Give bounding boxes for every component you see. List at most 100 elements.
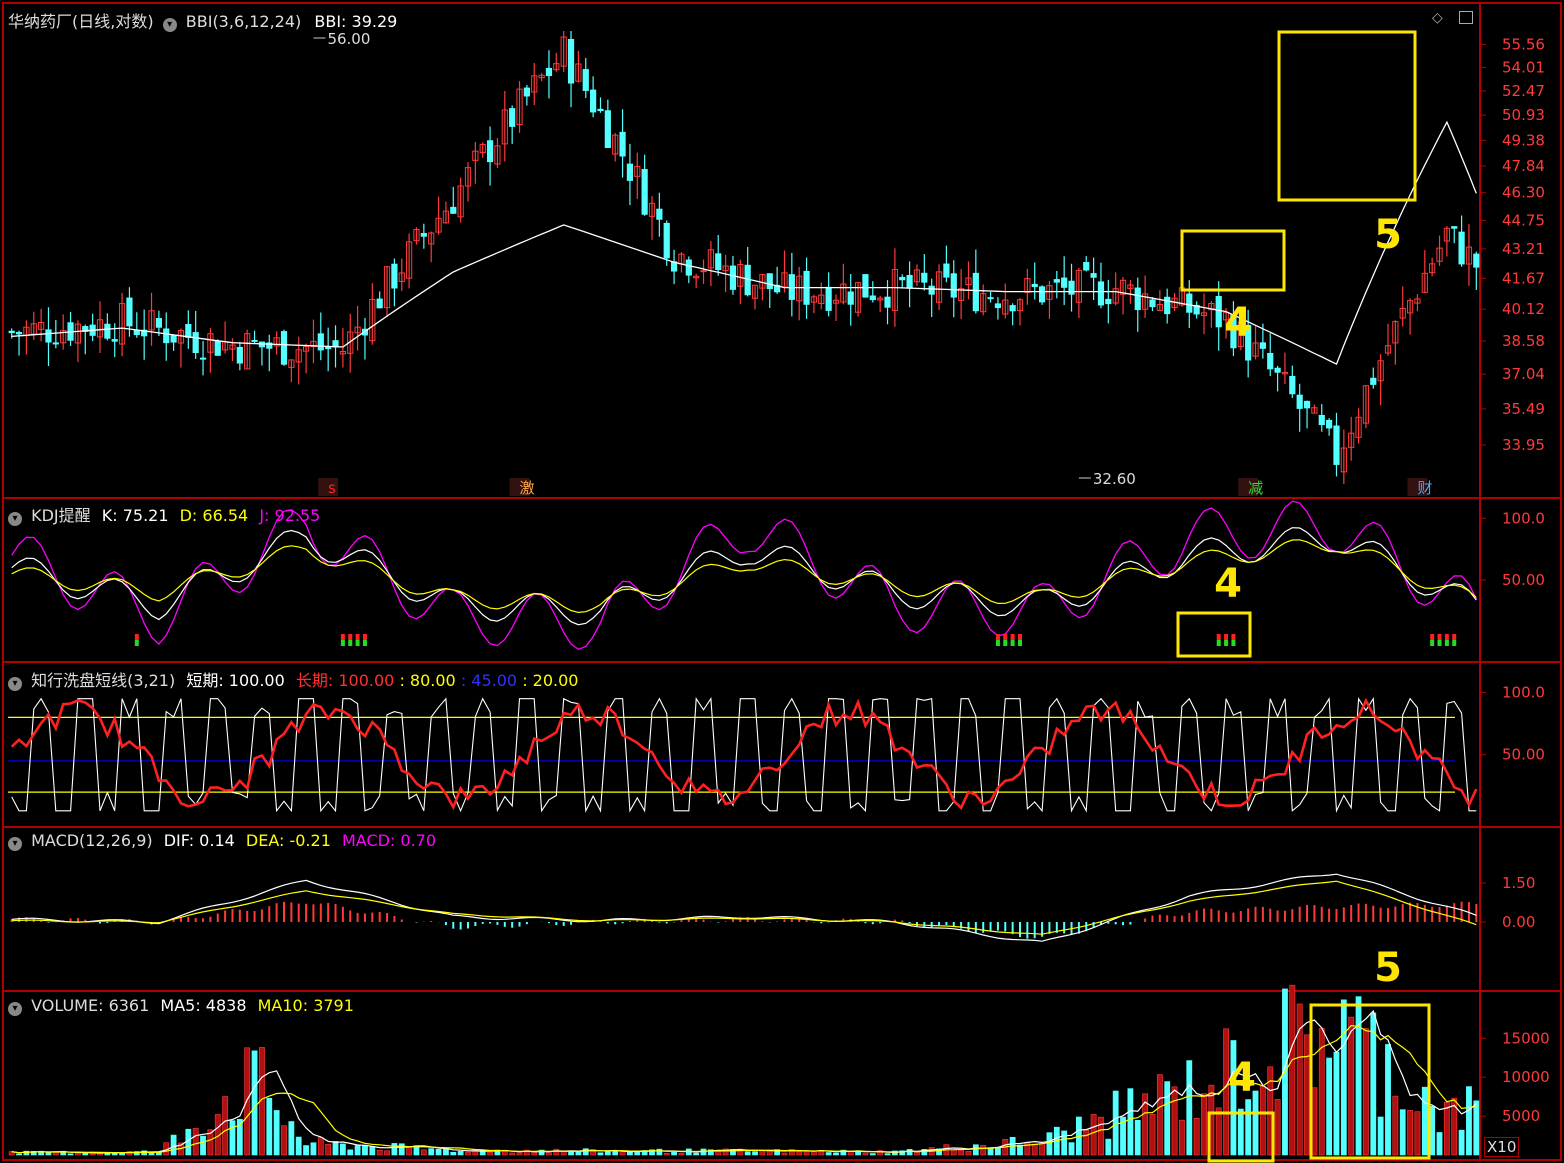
volume-bar — [443, 1148, 449, 1156]
kdj-d-line — [11, 539, 1477, 614]
price-tick-label: 37.04 — [1502, 365, 1545, 383]
kdj-tick-label: 50.00 — [1502, 571, 1545, 589]
volume-header: ▾ VOLUME: 6361 MA5: 4838 MA10: 3791 — [8, 996, 354, 1016]
kdj-k: K: 75.21 — [101, 506, 169, 525]
chevron-down-icon[interactable]: ▾ — [8, 837, 22, 851]
bbi-line — [11, 120, 1477, 365]
candle-body — [185, 324, 192, 338]
volume-bar — [295, 1136, 302, 1156]
volume-bar — [119, 1153, 125, 1156]
macd-title: MACD(12,26,9) — [31, 831, 153, 850]
volume-bar — [1068, 1142, 1075, 1156]
candle-body — [1259, 342, 1266, 349]
wash-tick-label: 100.0 — [1502, 683, 1545, 701]
candle-body — [45, 329, 52, 343]
candle-body — [236, 346, 243, 364]
volume-bar — [465, 1152, 471, 1156]
volume-bar — [1407, 1110, 1413, 1156]
candle-body — [420, 232, 427, 237]
volume-bar — [428, 1148, 435, 1156]
candle-body — [1031, 283, 1038, 288]
price-tick-label: 38.58 — [1502, 332, 1545, 350]
price-tick-label: 33.95 — [1502, 436, 1545, 454]
volume-bar — [303, 1145, 309, 1156]
candle-body — [170, 334, 177, 343]
volume-bar — [1112, 1090, 1119, 1156]
chevron-down-icon[interactable]: ▾ — [8, 1002, 22, 1016]
volume-bar — [420, 1149, 427, 1156]
kdj-signal-bar — [362, 640, 367, 646]
candle-body — [1090, 273, 1097, 278]
candle-body — [280, 331, 288, 365]
stock-chart[interactable]: 55.56 54.01 52.47 50.93 49.38 47.84 46.30 44.75… — [0, 0, 1564, 1163]
volume-bar — [1385, 1044, 1391, 1156]
chevron-down-icon[interactable]: ▾ — [162, 18, 177, 32]
kdj-signal-bar — [1437, 640, 1442, 646]
kdj-tick-label: 100.0 — [1502, 509, 1545, 527]
volume-bar — [531, 1152, 538, 1156]
volume-bar — [1149, 1114, 1156, 1156]
volume-bar — [1377, 1116, 1384, 1156]
volume-bar — [1237, 1108, 1244, 1156]
price-tick-label: 41.67 — [1502, 269, 1545, 287]
volume-bar — [869, 1153, 876, 1156]
event-marker: 减 — [1248, 479, 1263, 497]
volume-bar — [995, 1147, 1001, 1156]
volume-bar — [1259, 1086, 1266, 1156]
candle-body — [523, 87, 530, 97]
volume-bar — [1466, 1086, 1472, 1156]
candle-body — [52, 342, 59, 345]
high-price-label: 56.00 — [327, 30, 370, 48]
candle-body — [884, 296, 891, 308]
kdj-signal-bar — [1224, 634, 1229, 640]
kdj-signal-bar — [348, 640, 353, 646]
volume-bar — [1348, 1016, 1355, 1156]
candle-body — [214, 340, 221, 356]
volume-bar — [310, 1142, 317, 1156]
candle-body — [1318, 414, 1325, 426]
volume-bar — [1127, 1088, 1134, 1156]
volume-bar — [516, 1152, 523, 1156]
candle-body — [251, 339, 258, 342]
diamond-icon[interactable]: ◇ — [1432, 10, 1443, 26]
volume-bar — [619, 1151, 626, 1156]
volume-bar — [82, 1152, 89, 1156]
event-marker: 财 — [1417, 479, 1432, 497]
volume-bar — [1083, 1129, 1090, 1156]
candle-body — [766, 273, 773, 290]
price-tick-label: 43.21 — [1502, 240, 1545, 258]
event-marker: s — [328, 479, 336, 497]
volume-bar — [354, 1145, 361, 1156]
volume-ma10: MA10: 3791 — [257, 996, 354, 1015]
volume-bar — [980, 1145, 987, 1156]
chevron-down-icon[interactable]: ▾ — [8, 512, 22, 526]
candle-body — [199, 357, 207, 360]
wash-l45: : 45.00 — [460, 671, 518, 690]
candle-body — [1274, 367, 1281, 373]
kdj-signal-bar — [134, 640, 139, 646]
volume-bar — [398, 1143, 405, 1156]
volume-bar — [1245, 1099, 1252, 1156]
candle-body — [928, 285, 935, 295]
kdj-signal-bar — [1437, 634, 1442, 640]
kdj-title: KDJ提醒 — [31, 506, 91, 525]
volume-bar — [325, 1143, 332, 1156]
stock-name: 华纳药厂(日线,对数) — [8, 12, 154, 31]
volume-bar — [1024, 1142, 1031, 1156]
candle-body — [391, 263, 398, 289]
candle-body — [486, 140, 494, 163]
kdj-signal-bar — [362, 634, 367, 640]
volume-bar — [1201, 1093, 1207, 1156]
price-tick-label: 35.49 — [1502, 400, 1545, 418]
candle-body — [994, 303, 1002, 309]
kdj-signal-bar — [995, 634, 1000, 640]
volume-bar — [288, 1121, 295, 1156]
panel-toggle-icon[interactable] — [1459, 11, 1473, 24]
chevron-down-icon[interactable]: ▾ — [8, 677, 22, 691]
volume-bar — [1399, 1109, 1406, 1156]
volume-bar — [362, 1145, 368, 1156]
candle-body — [729, 265, 737, 290]
candle-body — [545, 67, 553, 77]
kdj-signal-bar — [355, 634, 360, 640]
kdj-signal-bar — [1003, 640, 1008, 646]
